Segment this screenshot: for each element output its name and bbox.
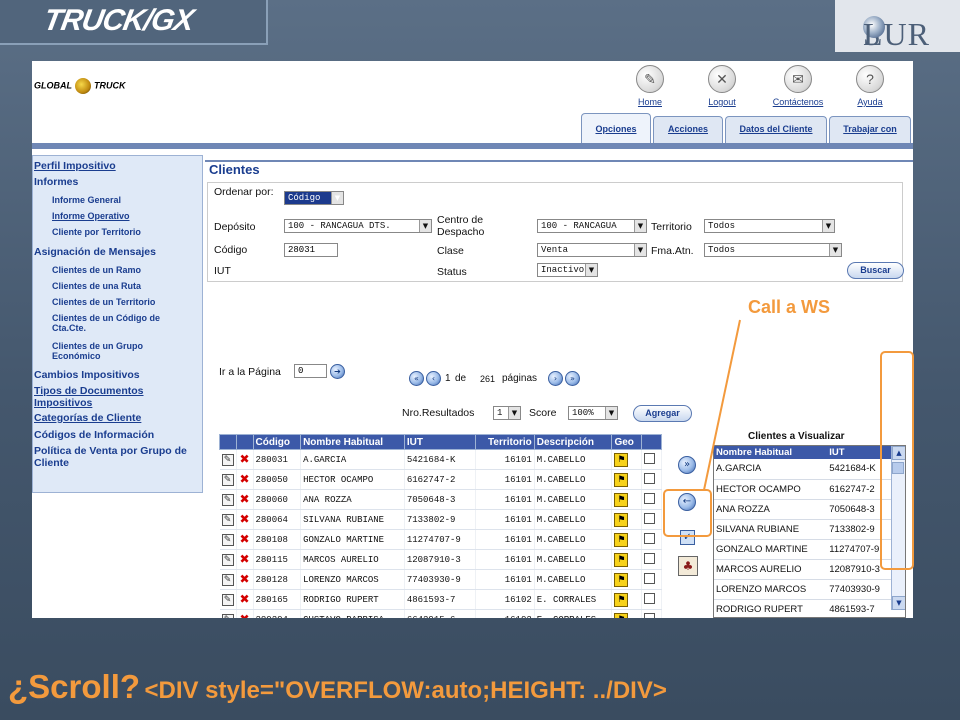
- annotation-overlay: [703, 319, 741, 491]
- caption-main: ¿Scroll?: [8, 668, 141, 705]
- scrollbar-highlight-box: [880, 351, 914, 570]
- caption-code: <DIV style="OVERFLOW:auto;HEIGHT: ../DIV…: [144, 677, 667, 704]
- call-ws-pointer-line: [703, 319, 741, 491]
- webservice-highlight-box: [663, 489, 712, 537]
- slide-caption: ¿Scroll? <DIV style="OVERFLOW:auto;HEIGH…: [8, 668, 667, 706]
